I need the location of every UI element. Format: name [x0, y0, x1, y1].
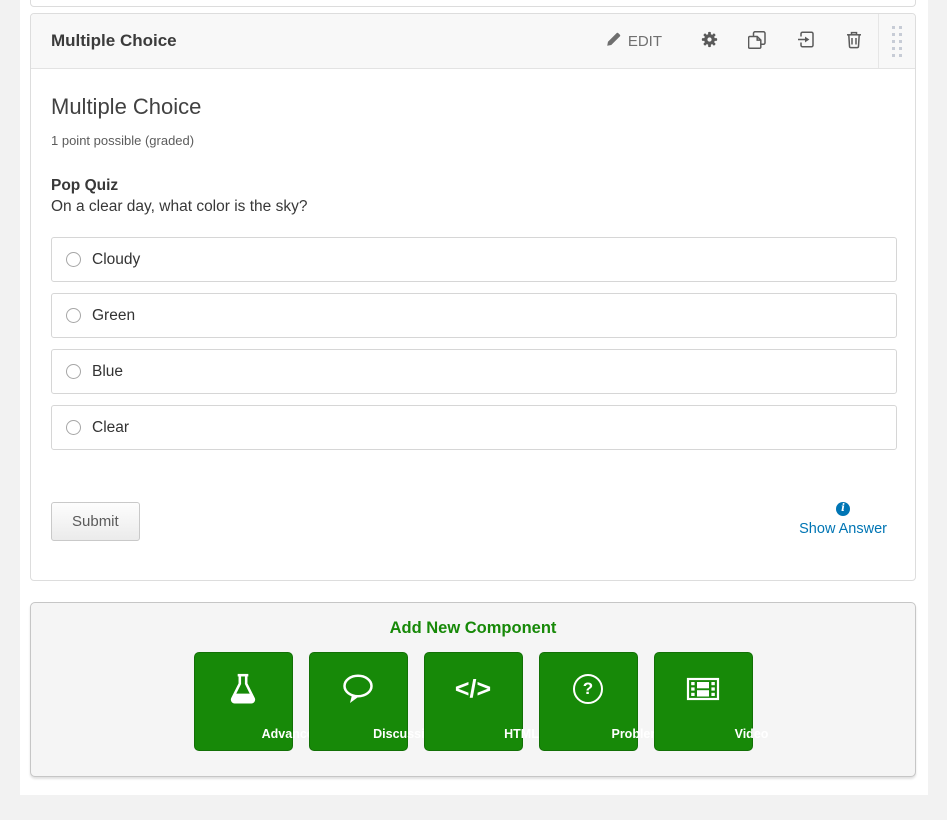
edit-button[interactable]: EDIT: [606, 32, 662, 51]
choice-row[interactable]: Blue: [51, 349, 897, 394]
problem-actions: Submit i Show Answer: [51, 502, 897, 541]
choice-row[interactable]: Green: [51, 293, 897, 338]
info-icon: i: [836, 502, 850, 516]
component-title: Multiple Choice: [51, 31, 177, 51]
show-answer-label: Show Answer: [799, 521, 887, 537]
add-new-component-title: Add New Component: [31, 619, 915, 638]
drag-handle[interactable]: [878, 14, 915, 68]
choice-label: Cloudy: [92, 251, 140, 269]
radio-button-icon[interactable]: [66, 308, 81, 323]
move-button[interactable]: [782, 14, 830, 68]
duplicate-icon: [748, 30, 767, 53]
pencil-icon: [606, 32, 621, 51]
duplicate-button[interactable]: [733, 14, 782, 68]
points-possible-text: 1 point possible (graded): [51, 133, 897, 148]
show-answer-link[interactable]: i Show Answer: [799, 502, 887, 537]
component-preview: Multiple Choice 1 point possible (graded…: [31, 69, 915, 541]
settings-button[interactable]: [686, 14, 733, 68]
code-icon: </>: [425, 653, 522, 725]
add-component-buttons: Advanced Discussion </> HTML: [31, 652, 915, 751]
choice-label: Blue: [92, 363, 123, 381]
delete-button[interactable]: [830, 14, 878, 68]
component-header: Multiple Choice EDIT: [31, 14, 915, 69]
choice-list: Cloudy Green Blue Clear: [51, 237, 897, 450]
add-discussion-button[interactable]: Discussion: [309, 652, 408, 751]
question-text: On a clear day, what color is the sky?: [51, 198, 897, 216]
add-button-label: Video: [703, 727, 800, 741]
question-circle-icon: ?: [540, 653, 637, 725]
component-card: Multiple Choice EDIT: [30, 13, 916, 581]
drag-handle-icon: [892, 26, 902, 57]
component-toolbar: EDIT: [606, 14, 915, 68]
problem-title: Multiple Choice: [51, 94, 897, 120]
choice-label: Clear: [92, 419, 129, 437]
add-html-button[interactable]: </> HTML: [424, 652, 523, 751]
trash-icon: [845, 30, 863, 52]
radio-button-icon[interactable]: [66, 420, 81, 435]
speech-bubble-icon: [310, 653, 407, 725]
film-icon: [655, 653, 752, 725]
choice-row[interactable]: Cloudy: [51, 237, 897, 282]
gear-icon: [701, 31, 718, 51]
add-video-button[interactable]: Video: [654, 652, 753, 751]
add-problem-button[interactable]: ? Problem: [539, 652, 638, 751]
add-advanced-button[interactable]: Advanced: [194, 652, 293, 751]
radio-button-icon[interactable]: [66, 364, 81, 379]
edit-button-label: EDIT: [628, 33, 662, 50]
studio-unit-page: Multiple Choice EDIT: [0, 0, 947, 820]
choice-row[interactable]: Clear: [51, 405, 897, 450]
flask-icon: [195, 653, 292, 725]
submit-button[interactable]: Submit: [51, 502, 140, 541]
question-title: Pop Quiz: [51, 177, 897, 195]
previous-component-edge: [30, 0, 916, 7]
move-icon: [797, 30, 815, 52]
add-new-component-panel: Add New Component Advanced: [30, 602, 916, 777]
choice-label: Green: [92, 307, 135, 325]
radio-button-icon[interactable]: [66, 252, 81, 267]
